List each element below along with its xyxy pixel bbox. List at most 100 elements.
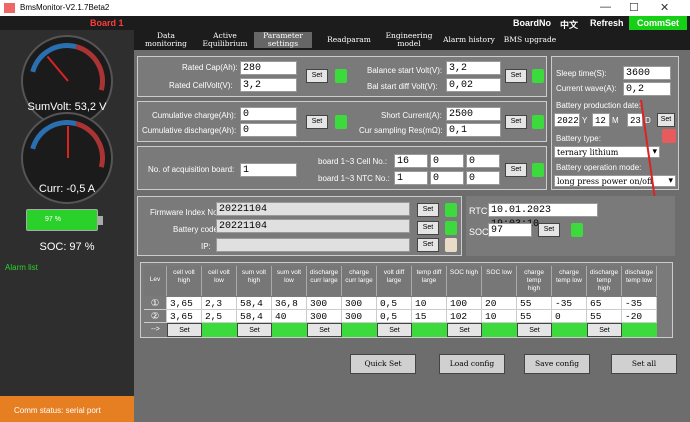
quick-set-button[interactable]: Quick Set [350, 354, 416, 374]
rtc-label: RTC: [469, 206, 490, 216]
table-cell[interactable]: 55 [587, 310, 622, 323]
refresh-button[interactable]: Refresh [590, 18, 624, 28]
tab-readparam[interactable]: Readparam [324, 36, 374, 44]
operation-mode-select[interactable]: long press power on/off [554, 175, 676, 187]
soc-readout: SOC: 97 % [39, 241, 95, 253]
table-cell[interactable]: 102 [447, 310, 482, 323]
rtc-input[interactable]: 10.01.2023 19:03:10 [488, 203, 598, 230]
table-cell[interactable]: 58,4 [237, 297, 272, 310]
close-icon[interactable]: ✕ [660, 1, 669, 14]
firmware-input[interactable]: 20221104 [216, 202, 410, 216]
table-cell[interactable]: 36,8 [272, 297, 307, 310]
table-cell[interactable]: 55 [517, 310, 552, 323]
save-config-button[interactable]: Save config [524, 354, 590, 374]
table-header: discharge temp high [587, 266, 622, 296]
ip-input[interactable] [216, 238, 410, 252]
table-cell[interactable]: 55 [517, 297, 552, 310]
tab-alarm-history[interactable]: Alarm history [440, 36, 498, 44]
battery-code-set-button[interactable]: Set [417, 221, 439, 235]
threshold-set-button[interactable]: Set [587, 323, 622, 337]
table-cell[interactable]: 58,4 [237, 310, 272, 323]
rated-cell-input[interactable]: 3,2 [240, 78, 297, 92]
sleep-time-input[interactable]: 3600 [623, 66, 671, 80]
balance-status-led [532, 69, 544, 83]
table-cell[interactable]: -35 [552, 297, 587, 310]
ntc-no-board2[interactable]: 0 [430, 171, 464, 185]
commset-button[interactable]: CommSet [629, 16, 688, 30]
table-cell[interactable]: 0,5 [377, 310, 412, 323]
table-cell[interactable]: 300 [342, 310, 377, 323]
balance-set-button[interactable]: Set [505, 69, 527, 83]
sampling-res-input[interactable]: 0,1 [446, 123, 501, 137]
table-cell[interactable]: 65 [587, 297, 622, 310]
ntc-no-board3[interactable]: 0 [466, 171, 500, 185]
threshold-status-led [622, 323, 657, 337]
battery-type-select[interactable]: ternary lithium [554, 146, 660, 158]
table-cell[interactable]: 300 [342, 297, 377, 310]
tab-bms-upgrade[interactable]: BMS upgrade [502, 36, 558, 44]
threshold-set-button[interactable]: Set [517, 323, 552, 337]
table-cell[interactable]: 0 [552, 310, 587, 323]
production-date-set-button[interactable]: Set [657, 113, 675, 127]
threshold-set-button[interactable]: Set [237, 323, 272, 337]
table-cell[interactable]: -20 [622, 310, 657, 323]
short-current-input[interactable]: 2500 [446, 107, 501, 121]
table-cell[interactable]: 300 [307, 310, 342, 323]
minimize-icon[interactable]: — [600, 1, 611, 13]
table-cell[interactable]: 10 [412, 297, 447, 310]
tab-parameter-settings[interactable]: Parameter settings [254, 32, 312, 48]
threshold-status-led [342, 323, 377, 337]
rated-set-button[interactable]: Set [306, 69, 328, 83]
table-cell[interactable]: 0,5 [377, 297, 412, 310]
cum-discharge-input[interactable]: 0 [240, 123, 297, 137]
maximize-icon[interactable]: ☐ [629, 1, 639, 14]
table-cell[interactable]: 2,5 [202, 310, 237, 323]
production-day-input[interactable]: 23 [627, 113, 643, 127]
battery-code-input[interactable]: 20221104 [216, 219, 410, 233]
set-all-button[interactable]: Set all [611, 354, 677, 374]
ntc-no-board1[interactable]: 1 [394, 171, 428, 185]
cum-charge-input[interactable]: 0 [240, 107, 297, 121]
soc-input[interactable]: 97 [488, 223, 532, 237]
table-cell[interactable]: 10 [482, 310, 517, 323]
table-cell[interactable]: 40 [272, 310, 307, 323]
tab-engineering-model[interactable]: Engineering model [380, 32, 438, 48]
rated-params-panel: Rated Cap(Ah): 280 Rated CellVolt(V): 3,… [137, 56, 547, 97]
tab-active-equilibrium[interactable]: Active Equilibrium [196, 32, 254, 48]
cum-charge-label: Cumulative charge(Ah): [152, 111, 237, 120]
rated-cap-input[interactable]: 280 [240, 61, 297, 75]
row-level-icon: ① [144, 297, 167, 310]
acquisition-set-button[interactable]: Set [505, 163, 527, 177]
boardno-label: BoardNo [513, 18, 551, 28]
table-cell[interactable]: 100 [447, 297, 482, 310]
load-config-button[interactable]: Load config [439, 354, 505, 374]
bal-start-input[interactable]: 3,2 [446, 61, 501, 75]
threshold-set-button[interactable]: Set [167, 323, 202, 337]
cumulative-set-button[interactable]: Set [306, 115, 328, 129]
current-set-button[interactable]: Set [505, 115, 527, 129]
threshold-set-button[interactable]: Set [307, 323, 342, 337]
production-year-input[interactable]: 2022 [554, 113, 580, 127]
bal-diff-input[interactable]: 0,02 [446, 78, 501, 92]
threshold-set-button[interactable]: Set [377, 323, 412, 337]
cell-no-board3[interactable]: 0 [466, 154, 500, 168]
acq-board-input[interactable]: 1 [240, 163, 297, 177]
tab-data-monitoring[interactable]: Data monitoring [141, 32, 191, 48]
ip-label: IP: [201, 242, 211, 251]
table-cell[interactable]: 20 [482, 297, 517, 310]
table-cell[interactable]: 15 [412, 310, 447, 323]
threshold-set-button[interactable]: Set [447, 323, 482, 337]
current-wave-input[interactable]: 0,2 [623, 82, 671, 96]
ip-set-button[interactable]: Set [417, 238, 439, 252]
cell-no-board1[interactable]: 16 [394, 154, 428, 168]
production-month-input[interactable]: 12 [592, 113, 610, 127]
table-cell[interactable]: 300 [307, 297, 342, 310]
soc-set-button[interactable]: Set [538, 223, 560, 237]
firmware-set-button[interactable]: Set [417, 203, 439, 217]
table-cell[interactable]: -35 [622, 297, 657, 310]
acq-board-label: No. of acquisition board: [148, 165, 235, 174]
table-cell[interactable]: 3,65 [167, 297, 202, 310]
table-cell[interactable]: 2,3 [202, 297, 237, 310]
cell-no-board2[interactable]: 0 [430, 154, 464, 168]
table-cell[interactable]: 3,65 [167, 310, 202, 323]
